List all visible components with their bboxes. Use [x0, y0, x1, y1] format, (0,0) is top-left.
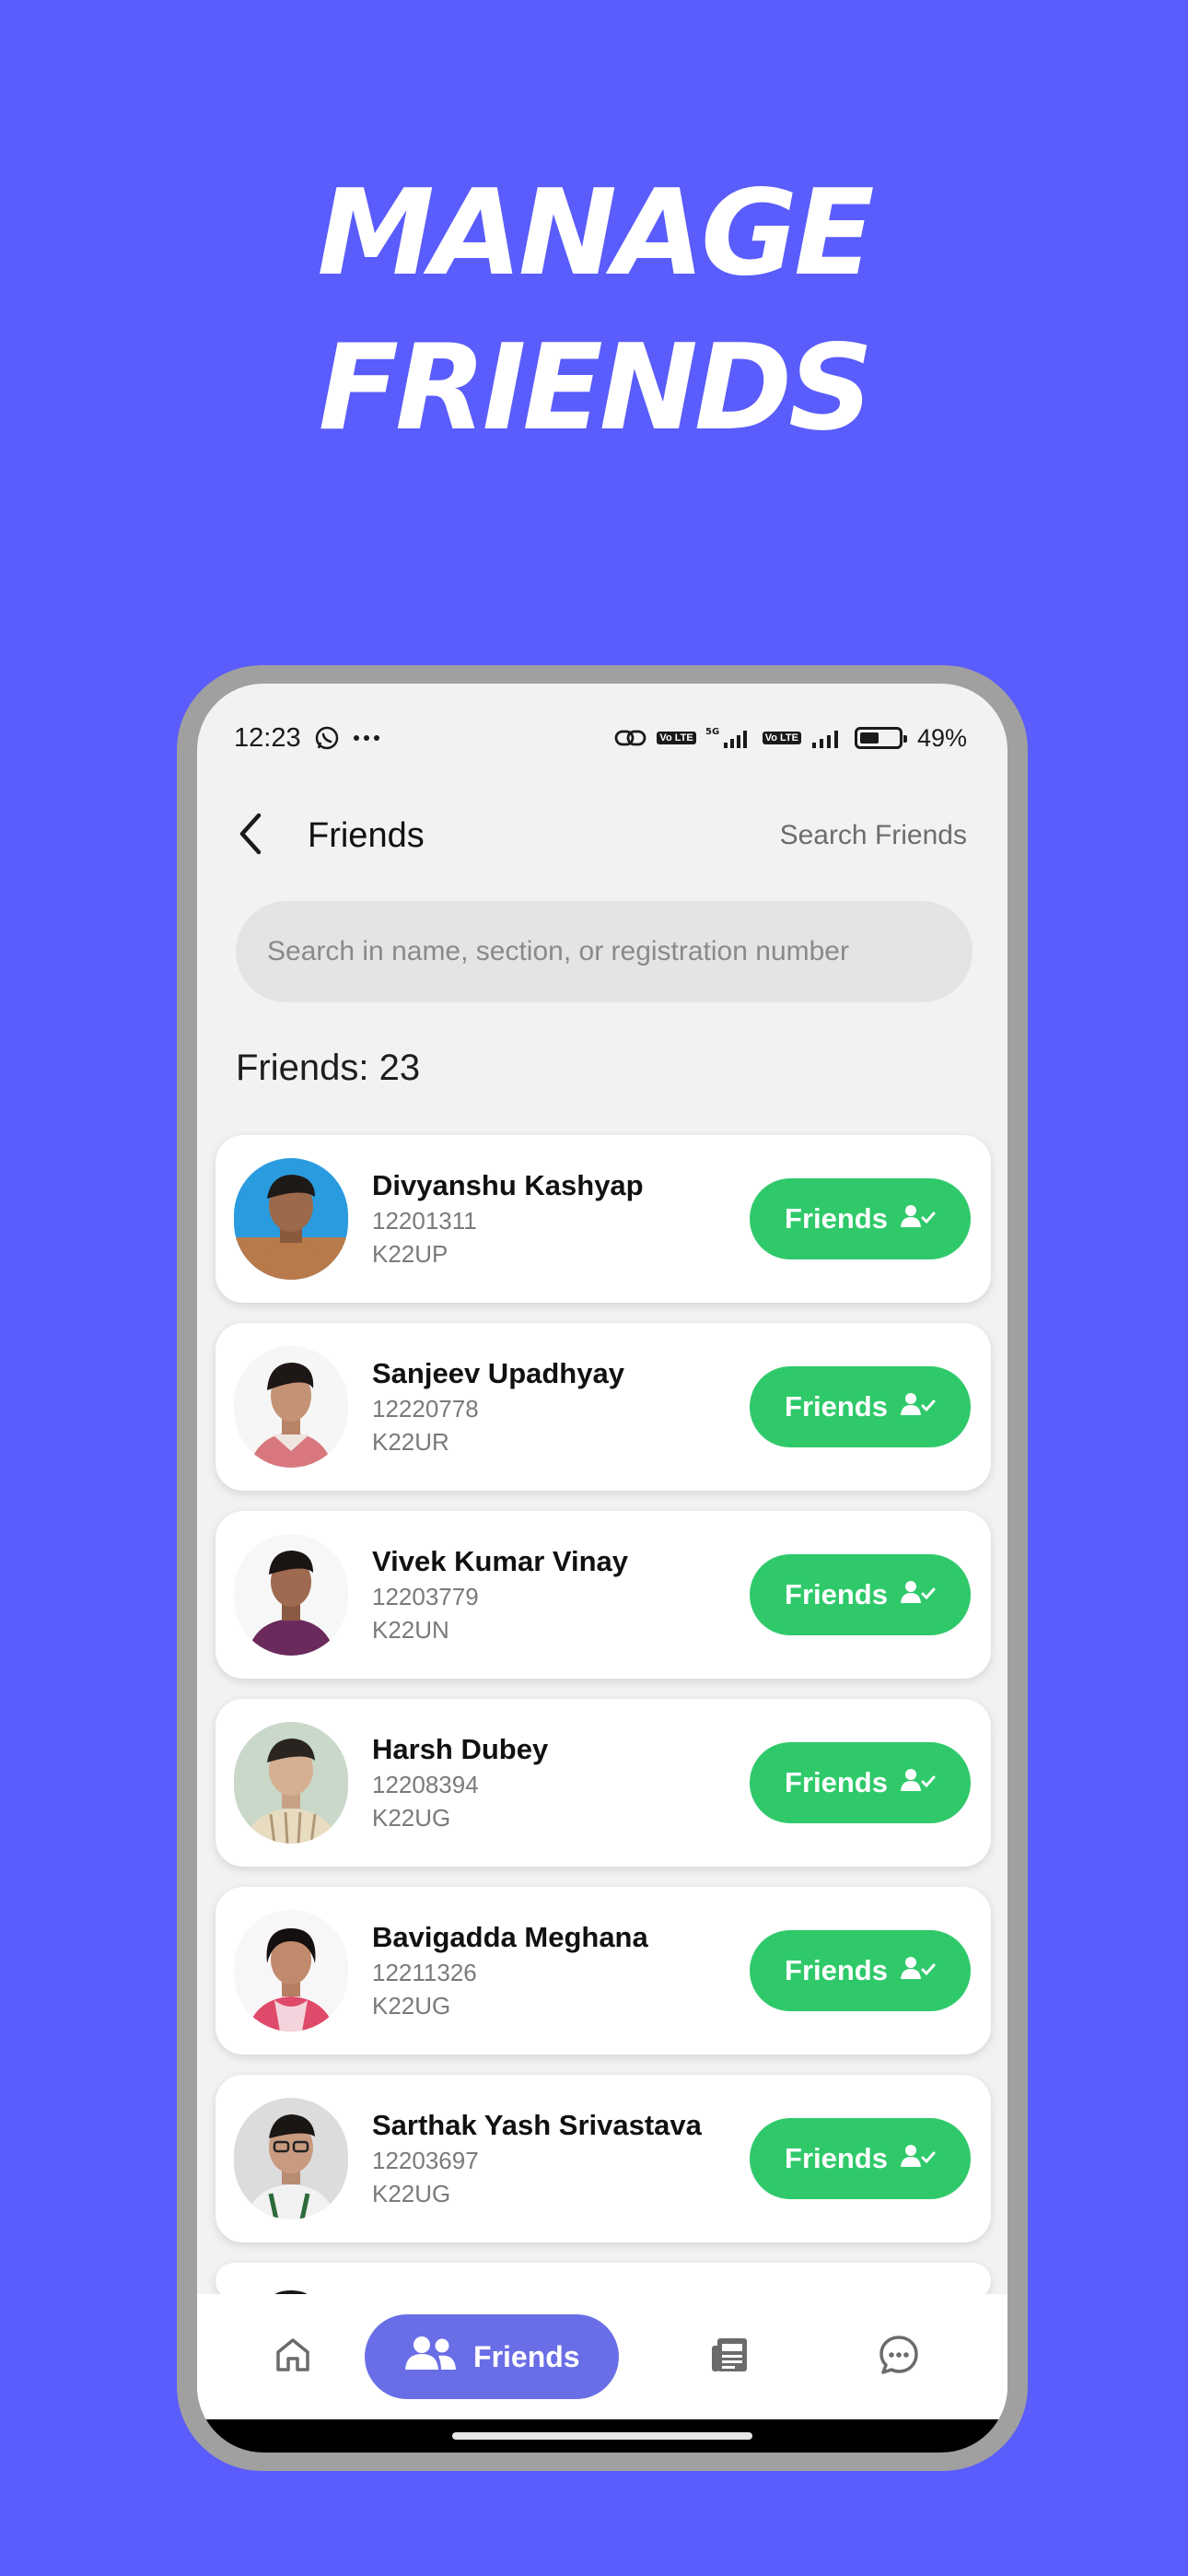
avatar	[234, 1346, 348, 1468]
user-check-icon	[900, 1202, 936, 1235]
friends-button-label: Friends	[785, 1954, 888, 1986]
avatar	[234, 2098, 348, 2219]
home-indicator[interactable]	[452, 2432, 752, 2440]
bottom-nav: Friends	[197, 2294, 1007, 2419]
friend-name: Bavigadda Meghana	[372, 1921, 648, 1953]
user-check-icon	[900, 1390, 936, 1423]
nav-friends-label: Friends	[473, 2339, 580, 2373]
friends-status-button[interactable]: Friends	[750, 2118, 971, 2199]
friend-card[interactable]: Sanjeev Upadhyay 12220778 K22UR Friends	[215, 1323, 991, 1491]
user-check-icon	[900, 1954, 936, 1987]
search-friends-link[interactable]: Search Friends	[780, 820, 967, 851]
user-check-icon	[900, 2142, 936, 2175]
friend-registration: 12201311	[372, 1207, 477, 1235]
friends-status-button[interactable]: Friends	[750, 1930, 971, 2011]
avatar	[234, 1910, 348, 2032]
friend-name: Vivek Kumar Vinay	[372, 1545, 629, 1577]
status-time: 12:23	[234, 722, 301, 753]
search-input[interactable]	[267, 936, 941, 967]
whatsapp-icon	[314, 725, 340, 751]
friend-name: Harsh Dubey	[372, 1733, 549, 1765]
friend-name: Sanjeev Upadhyay	[372, 1357, 624, 1389]
friend-name: Sarthak Yash Srivastava	[372, 2109, 702, 2141]
battery-percent: 49%	[916, 723, 967, 752]
more-dots-icon	[353, 733, 380, 743]
friend-name: Divyanshu Kashyap	[372, 1169, 644, 1201]
svg-text:5G: 5G	[705, 727, 719, 737]
nav-chat[interactable]	[824, 2334, 974, 2381]
battery-icon	[854, 727, 907, 749]
nav-home[interactable]	[230, 2336, 355, 2379]
signal-icon: 5G	[705, 726, 753, 750]
friend-card[interactable]: Harsh Dubey 12208394 K22UG Friends	[215, 1699, 991, 1867]
phone-frame: 12:23 Vo LTE 5G Vo LTE 49% Friends Searc…	[177, 665, 1028, 2471]
user-check-icon	[900, 1578, 936, 1611]
friend-registration: 12203697	[372, 2147, 479, 2174]
friends-status-button[interactable]: Friends	[750, 1554, 971, 1635]
friend-section: K22UG	[372, 1992, 451, 2020]
friends-button-label: Friends	[785, 1766, 888, 1798]
search-field[interactable]	[236, 901, 973, 1002]
friend-registration: 12203779	[372, 1583, 479, 1610]
home-icon	[274, 2336, 312, 2379]
battery-level	[859, 732, 879, 744]
friend-card[interactable]: Vivek Kumar Vinay 12203779 K22UN Friends	[215, 1511, 991, 1679]
newspaper-icon	[710, 2336, 751, 2378]
friend-section: K22UG	[372, 1804, 451, 1832]
signal-icon-2	[810, 727, 845, 749]
promo-headline: MANAGE FRIENDS	[0, 157, 1188, 466]
link-icon	[614, 728, 647, 748]
friend-registration: 12211326	[372, 1959, 477, 1986]
promo-headline-line2: FRIENDS	[318, 320, 874, 457]
back-button[interactable]	[223, 808, 278, 863]
friend-registration: 12220778	[372, 1395, 479, 1423]
friends-button-label: Friends	[785, 1390, 888, 1423]
volte-badge-2: Vo LTE	[762, 732, 801, 744]
promo-headline-line1: MANAGE	[317, 165, 874, 302]
page-title: Friends	[308, 815, 425, 855]
avatar	[234, 1722, 348, 1844]
friends-status-button[interactable]: Friends	[750, 1178, 971, 1259]
friend-section: K22UR	[372, 1428, 449, 1456]
friends-status-button[interactable]: Friends	[750, 1742, 971, 1823]
friend-section: K22UG	[372, 2180, 451, 2207]
friends-count: Friends: 23	[236, 1048, 421, 1088]
app-header: Friends Search Friends	[197, 785, 1007, 886]
friend-card[interactable]: Sarthak Yash Srivastava 12203697 K22UG F…	[215, 2075, 991, 2242]
users-icon	[403, 2336, 457, 2378]
friend-registration: 12208394	[372, 1771, 479, 1798]
friends-status-button[interactable]: Friends	[750, 1366, 971, 1447]
friends-button-label: Friends	[785, 1202, 888, 1235]
friend-card[interactable]: Divyanshu Kashyap 12201311 K22UP Friends	[215, 1135, 991, 1303]
chevron-left-icon	[237, 812, 264, 861]
avatar	[234, 1158, 348, 1280]
friend-list: Divyanshu Kashyap 12201311 K22UP Friends…	[215, 1135, 991, 2320]
friend-card[interactable]: Bavigadda Meghana 12211326 K22UG Friends	[215, 1887, 991, 2055]
phone-screen: 12:23 Vo LTE 5G Vo LTE 49% Friends Searc…	[197, 684, 1007, 2453]
friend-section: K22UP	[372, 1240, 448, 1268]
avatar	[234, 1534, 348, 1656]
volte-badge: Vo LTE	[657, 732, 696, 744]
friends-button-label: Friends	[785, 1578, 888, 1610]
friend-section: K22UN	[372, 1616, 449, 1644]
user-check-icon	[900, 1766, 936, 1799]
status-bar: 12:23 Vo LTE 5G Vo LTE 49%	[197, 684, 1007, 767]
nav-friends[interactable]: Friends	[365, 2314, 619, 2399]
chat-icon	[878, 2334, 920, 2381]
friends-button-label: Friends	[785, 2142, 888, 2174]
nav-news[interactable]	[656, 2336, 806, 2378]
gesture-bar	[197, 2419, 1007, 2453]
